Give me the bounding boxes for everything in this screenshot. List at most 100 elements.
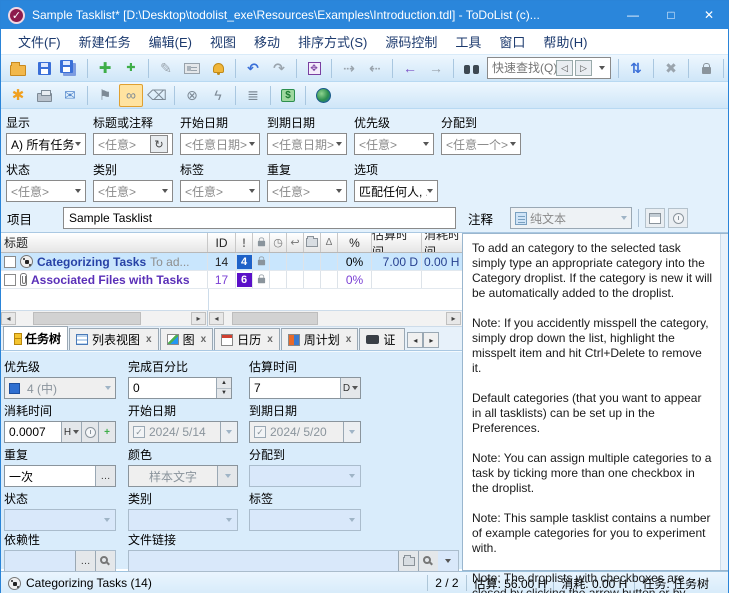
add-time-button[interactable]: +: [98, 422, 115, 442]
table-row[interactable]: Associated Files with Tasks 17 6 0%: [1, 271, 462, 289]
script-button[interactable]: ≣: [241, 84, 265, 107]
file-link-view-button[interactable]: [418, 551, 438, 571]
menu-window[interactable]: 窗口: [490, 29, 534, 54]
task-checkbox[interactable]: [4, 256, 16, 268]
color-dropdown-button[interactable]: [217, 466, 237, 486]
refresh-icon[interactable]: ↻: [150, 135, 168, 153]
filter-show-combo[interactable]: A) 所有任务(A): [6, 133, 86, 155]
close-button[interactable]: ✕: [690, 1, 728, 29]
track-time-button[interactable]: [81, 422, 98, 442]
menu-new-task[interactable]: 新建任务: [70, 29, 140, 54]
tab-chart[interactable]: 图 x: [160, 328, 214, 350]
column-spent[interactable]: 消耗时间: [422, 233, 462, 252]
delete-all-button[interactable]: ⊗: [180, 84, 204, 107]
due-date-picker-button[interactable]: [343, 422, 360, 442]
tab-task-tree[interactable]: 任务树: [3, 326, 68, 350]
delete-task-button[interactable]: ✖: [659, 57, 683, 80]
save-all-button[interactable]: [58, 57, 82, 80]
estimate-field[interactable]: 7 D: [249, 377, 361, 399]
scrollbar-thumb[interactable]: [232, 312, 318, 325]
donate-button[interactable]: $: [276, 84, 300, 107]
comments-format-combo[interactable]: 纯文本: [510, 207, 632, 229]
search-prev-button[interactable]: ◁: [556, 60, 573, 76]
project-input[interactable]: [63, 207, 456, 229]
open-tasklist-button[interactable]: [6, 57, 30, 80]
column-recurrence[interactable]: ↩: [287, 233, 304, 252]
dependency-find-button[interactable]: [95, 551, 115, 571]
scroll-left-icon[interactable]: ◂: [209, 312, 224, 325]
close-tab-icon[interactable]: x: [146, 334, 152, 345]
close-tab-icon[interactable]: x: [201, 334, 207, 345]
forward-button[interactable]: →: [424, 57, 448, 80]
scrollbar-thumb[interactable]: [33, 312, 141, 325]
move-task-left-button[interactable]: ⇠: [363, 57, 387, 80]
scroll-left-icon[interactable]: ◂: [1, 312, 16, 325]
scroll-right-icon[interactable]: ▸: [191, 312, 206, 325]
estimate-unit-button[interactable]: D: [340, 378, 360, 398]
filter-startdate-combo[interactable]: <任意日期>: [180, 133, 260, 155]
comments-date-button[interactable]: [645, 208, 665, 228]
dependency-field[interactable]: …: [4, 550, 116, 572]
tab-scroll-left-icon[interactable]: ◂: [407, 332, 423, 348]
filter-allocto-combo[interactable]: <任意一个>: [441, 133, 521, 155]
status-combo[interactable]: [4, 509, 116, 531]
print-button[interactable]: [32, 84, 56, 107]
spin-up-icon[interactable]: ▲: [217, 378, 231, 389]
filter-duedate-combo[interactable]: <任意日期>: [267, 133, 347, 155]
menu-move[interactable]: 移动: [245, 29, 289, 54]
run-tool-button[interactable]: ϟ: [206, 84, 230, 107]
filter-status-combo[interactable]: <任意>: [6, 180, 86, 202]
new-subtask-button[interactable]: ✚: [119, 57, 143, 80]
menu-sort[interactable]: 排序方式(S): [289, 29, 376, 54]
new-task-button[interactable]: ✚: [93, 57, 117, 80]
cleanup-button[interactable]: ⌫: [145, 84, 169, 107]
priority-combo[interactable]: 4 (中): [4, 377, 116, 399]
tags-combo[interactable]: [249, 509, 361, 531]
undo-button[interactable]: ↶: [241, 57, 265, 80]
column-lock[interactable]: [253, 233, 270, 252]
column-priority[interactable]: !: [236, 233, 253, 252]
scroll-right-icon[interactable]: ▸: [446, 312, 461, 325]
recurrence-edit-button[interactable]: …: [95, 466, 115, 486]
task-card-button[interactable]: [180, 57, 204, 80]
comments-scrollbar[interactable]: [720, 234, 728, 570]
maximize-button[interactable]: □: [652, 1, 690, 29]
comments-time-button[interactable]: [668, 208, 688, 228]
filter-priority-combo[interactable]: <任意>: [354, 133, 434, 155]
task-checkbox[interactable]: [4, 274, 16, 286]
spent-unit-button[interactable]: H: [61, 422, 81, 442]
file-link-button[interactable]: ∞: [119, 84, 143, 107]
dependency-edit-button[interactable]: …: [75, 551, 95, 571]
close-tab-icon[interactable]: x: [267, 334, 273, 345]
tab-list-view[interactable]: 列表视图 x: [69, 328, 159, 350]
edit-task-button[interactable]: ✎: [154, 57, 178, 80]
table-row[interactable]: Categorizing Tasks To ad... 14 4 0% 7.00…: [1, 253, 462, 271]
column-estimate[interactable]: 估算时间: [372, 233, 422, 252]
column-reminder[interactable]: Δ: [321, 233, 338, 252]
new-tasklist-button[interactable]: ✱: [6, 84, 30, 107]
start-date-field[interactable]: ✓ 2024/ 5/14: [128, 421, 238, 443]
due-date-field[interactable]: ✓ 2024/ 5/20: [249, 421, 361, 443]
column-time[interactable]: ◷: [270, 233, 287, 252]
column-percent[interactable]: %: [338, 233, 372, 252]
minimize-button[interactable]: —: [614, 1, 652, 29]
file-link-field[interactable]: [128, 550, 459, 572]
menu-file[interactable]: 文件(F): [9, 29, 70, 54]
spin-down-icon[interactable]: ▼: [217, 389, 231, 399]
title-column-scrollbar[interactable]: ◂ ▸: [1, 311, 208, 326]
start-date-checkbox[interactable]: ✓: [133, 426, 145, 438]
move-task-right-button[interactable]: ⇢: [337, 57, 361, 80]
comments-panel[interactable]: To add an category to the selected task …: [462, 233, 728, 571]
column-filelink[interactable]: [304, 233, 321, 252]
category-combo[interactable]: [128, 509, 238, 531]
maximize-tasklist-button[interactable]: ✥: [302, 57, 326, 80]
menu-help[interactable]: 帮助(H): [534, 29, 596, 54]
tab-week-planner[interactable]: 周计划 x: [281, 328, 359, 350]
color-combo[interactable]: 样本文字: [128, 465, 238, 487]
quick-search-box[interactable]: ◁ ▷: [487, 57, 611, 79]
start-date-picker-button[interactable]: [220, 422, 237, 442]
back-button[interactable]: ←: [398, 57, 422, 80]
menu-source-control[interactable]: 源码控制: [376, 29, 446, 54]
filter-tags-combo[interactable]: <任意>: [180, 180, 260, 202]
menu-view[interactable]: 视图: [201, 29, 245, 54]
